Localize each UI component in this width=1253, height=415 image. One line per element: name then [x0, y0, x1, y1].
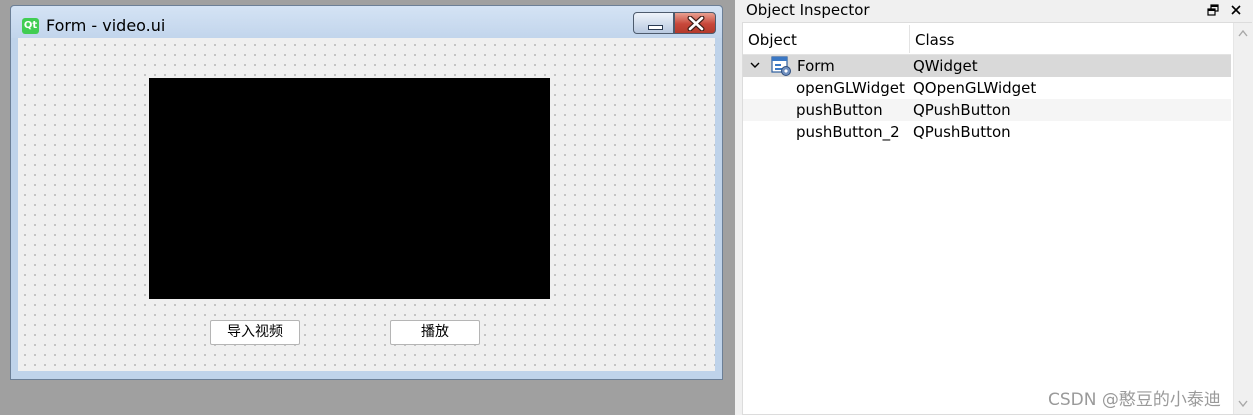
form-widget-icon — [771, 56, 791, 76]
form-window-title: Form - video.ui — [46, 16, 166, 35]
tree-header: Object Class — [743, 23, 1231, 55]
form-editor-area: Qt Form - video.ui 导入视频 播放 — [0, 0, 735, 415]
object-column-header[interactable]: Object — [748, 31, 797, 49]
column-divider[interactable] — [909, 25, 910, 53]
chevron-down-icon[interactable] — [749, 59, 761, 71]
qt-logo-icon: Qt — [22, 18, 39, 34]
close-window-button[interactable] — [674, 12, 716, 34]
scroll-up-icon[interactable] — [1238, 29, 1248, 37]
import-video-button[interactable]: 导入视频 — [210, 320, 300, 345]
object-name: pushButton_2 — [796, 123, 900, 141]
close-icon[interactable] — [1230, 4, 1242, 16]
form-design-canvas[interactable]: 导入视频 播放 — [18, 38, 715, 371]
tree-row-push-button[interactable]: pushButton QPushButton — [743, 99, 1231, 121]
form-title-bar[interactable]: Qt Form - video.ui — [11, 6, 722, 38]
close-icon — [687, 16, 705, 31]
tree-row-opengl-widget[interactable]: openGLWidget QOpenGLWidget — [743, 77, 1231, 99]
play-button[interactable]: 播放 — [390, 320, 480, 345]
scroll-down-icon[interactable] — [1238, 400, 1248, 408]
object-inspector-panel: Object Inspector Object Class Form QWidg… — [741, 0, 1253, 415]
minimize-button[interactable] — [633, 12, 674, 34]
tree-row-form[interactable]: Form QWidget — [743, 55, 1231, 77]
object-name: pushButton — [796, 101, 883, 119]
object-name: openGLWidget — [796, 79, 905, 97]
class-name: QWidget — [913, 57, 978, 75]
class-column-header[interactable]: Class — [915, 31, 954, 49]
class-name: QOpenGLWidget — [913, 79, 1037, 97]
tree-row-push-button-2[interactable]: pushButton_2 QPushButton — [743, 121, 1231, 143]
form-window[interactable]: Qt Form - video.ui 导入视频 播放 — [10, 5, 723, 380]
class-name: QPushButton — [913, 123, 1011, 141]
object-tree[interactable]: Object Class Form QWidget openGLWidget Q… — [742, 22, 1252, 415]
opengl-widget[interactable] — [149, 78, 550, 299]
object-name: Form — [797, 57, 835, 75]
class-name: QPushButton — [913, 101, 1011, 119]
watermark: CSDN @憨豆的小泰迪 — [1048, 390, 1221, 410]
float-window-icon[interactable] — [1207, 4, 1219, 16]
minimize-icon — [648, 25, 663, 30]
object-inspector-title: Object Inspector — [746, 1, 870, 19]
vertical-scrollbar[interactable] — [1233, 23, 1252, 414]
